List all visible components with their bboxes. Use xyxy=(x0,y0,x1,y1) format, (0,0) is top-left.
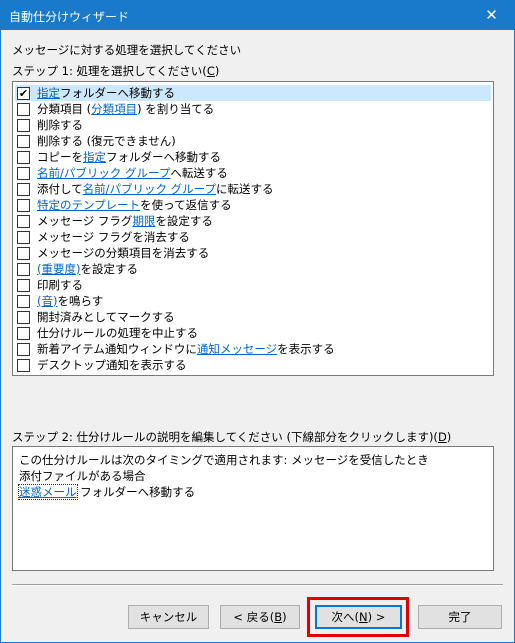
action-text: を設定する xyxy=(155,214,213,228)
action-text: を表示する xyxy=(277,342,335,356)
action-item[interactable]: 分類項目 (分類項目) を割り当てる xyxy=(15,101,491,117)
action-link[interactable]: 指定 xyxy=(37,85,60,101)
cancel-button[interactable]: キャンセル xyxy=(128,605,209,629)
action-link[interactable]: 指定 xyxy=(83,149,106,165)
action-text: 印刷する xyxy=(37,278,83,292)
action-text: メッセージの分類項目を消去する xyxy=(37,246,210,260)
action-link[interactable]: 通知メッセージ xyxy=(197,341,277,357)
action-item[interactable]: (音) を鳴らす xyxy=(15,293,491,309)
action-text: 開封済みとしてマークする xyxy=(37,310,175,324)
action-checkbox[interactable] xyxy=(17,118,30,132)
action-checkbox[interactable]: ✔ xyxy=(17,86,30,100)
action-checkbox[interactable] xyxy=(17,182,30,196)
finish-button[interactable]: 完了 xyxy=(418,605,502,629)
action-checkbox[interactable] xyxy=(17,358,30,372)
heading-text: メッセージに対する処理を選択してください xyxy=(12,43,242,57)
action-text: を鳴らす xyxy=(57,294,104,308)
action-checkbox[interactable] xyxy=(17,230,30,244)
action-text: コピーを xyxy=(37,150,83,164)
action-text: フォルダーへ移動する xyxy=(106,150,221,164)
action-checkbox[interactable] xyxy=(17,278,30,292)
close-icon[interactable]: ✕ xyxy=(469,1,514,30)
window-title: 自動仕分けウィザード xyxy=(9,10,130,24)
action-item[interactable]: 開封済みとしてマークする xyxy=(15,309,491,325)
action-checkbox[interactable] xyxy=(17,294,30,308)
title-bar: 自動仕分けウィザード ✕ xyxy=(1,1,514,30)
action-text: 削除する xyxy=(37,118,83,132)
action-link[interactable]: 期限 xyxy=(132,213,155,229)
junk-folder-link[interactable]: 迷惑メール xyxy=(18,484,78,500)
action-text: へ転送する xyxy=(170,166,228,180)
action-text: 削除する (復元できません) xyxy=(37,134,176,148)
action-item[interactable]: デスクトップ通知を表示する xyxy=(15,357,491,373)
action-checkbox[interactable] xyxy=(17,214,30,228)
action-link[interactable]: (重要度) xyxy=(37,261,80,277)
action-link[interactable]: 特定のテンプレート xyxy=(37,197,140,213)
action-item[interactable]: 仕分けルールの処理を中止する xyxy=(15,325,491,341)
action-text: を設定する xyxy=(80,262,138,276)
rule-description-box: この仕分けルールは次のタイミングで適用されます: メッセージを受信したとき 添付… xyxy=(12,446,494,571)
action-text: 添付して xyxy=(37,182,83,196)
action-text: に転送する xyxy=(216,182,274,196)
action-item[interactable]: 新着アイテム通知ウィンドウに 通知メッセージ を表示する xyxy=(15,341,491,357)
description-line-trigger: この仕分けルールは次のタイミングで適用されます: メッセージを受信したとき xyxy=(19,453,429,467)
action-text: メッセージ フラグ xyxy=(37,214,133,228)
wizard-window: 自動仕分けウィザード ✕ メッセージに対する処理を選択してください ステップ 1… xyxy=(0,0,515,643)
action-checkbox[interactable] xyxy=(17,310,30,324)
action-text: 分類項目 ( xyxy=(37,102,92,116)
action-checkbox[interactable] xyxy=(17,246,30,260)
action-checkbox[interactable] xyxy=(17,166,30,180)
action-checkbox[interactable] xyxy=(17,102,30,116)
action-item[interactable]: 削除する (復元できません) xyxy=(15,133,491,149)
action-item[interactable]: 名前/パブリック グループ へ転送する xyxy=(15,165,491,181)
action-checkbox[interactable] xyxy=(17,198,30,212)
action-item[interactable]: メッセージの分類項目を消去する xyxy=(15,245,491,261)
back-button[interactable]: < 戻る(B) xyxy=(220,605,300,629)
action-checkbox[interactable] xyxy=(17,150,30,164)
description-line-condition: 添付ファイルがある場合 xyxy=(19,469,146,483)
action-item[interactable]: コピーを 指定 フォルダーへ移動する xyxy=(15,149,491,165)
action-link[interactable]: 名前/パブリック グループ xyxy=(83,181,216,197)
separator xyxy=(12,584,503,586)
action-text: を使って返信する xyxy=(140,198,232,212)
action-text: デスクトップ通知を表示する xyxy=(37,358,187,372)
action-link[interactable]: 分類項目 xyxy=(91,101,137,117)
action-link[interactable]: 名前/パブリック グループ xyxy=(37,165,170,181)
step2-label: ステップ 2: 仕分けルールの説明を編集してください (下線部分をクリックします… xyxy=(12,430,452,444)
action-checkbox[interactable] xyxy=(17,342,30,356)
action-text: メッセージ フラグを消去する xyxy=(37,230,190,244)
action-text: 仕分けルールの処理を中止する xyxy=(37,326,198,340)
action-item[interactable]: 印刷する xyxy=(15,277,491,293)
action-item[interactable]: 削除する xyxy=(15,117,491,133)
action-item[interactable]: ✔ 指定 フォルダーへ移動する xyxy=(15,85,491,101)
action-item[interactable]: 特定のテンプレート を使って返信する xyxy=(15,197,491,213)
action-text: ) を割り当てる xyxy=(137,102,215,116)
step1-label: ステップ 1: 処理を選択してください(C) xyxy=(12,64,220,78)
action-item[interactable]: (重要度) を設定する xyxy=(15,261,491,277)
highlight-annotation xyxy=(307,597,409,637)
action-text: フォルダーへ移動する xyxy=(60,86,175,100)
action-item[interactable]: メッセージ フラグを消去する xyxy=(15,229,491,245)
action-link[interactable]: (音) xyxy=(37,293,57,309)
action-item[interactable]: 添付して 名前/パブリック グループ に転送する xyxy=(15,181,491,197)
action-checkbox[interactable] xyxy=(17,134,30,148)
action-text: 新着アイテム通知ウィンドウに xyxy=(37,342,197,356)
action-item[interactable]: メッセージ フラグ 期限 を設定する xyxy=(15,213,491,229)
action-checkbox[interactable] xyxy=(17,262,30,276)
description-line-action: 迷惑メール フォルダーへ移動する xyxy=(18,484,196,500)
action-listbox[interactable]: ✔ 指定 フォルダーへ移動する 分類項目 (分類項目) を割り当てる 削除する 削除する… xyxy=(12,81,494,376)
action-checkbox[interactable] xyxy=(17,326,30,340)
